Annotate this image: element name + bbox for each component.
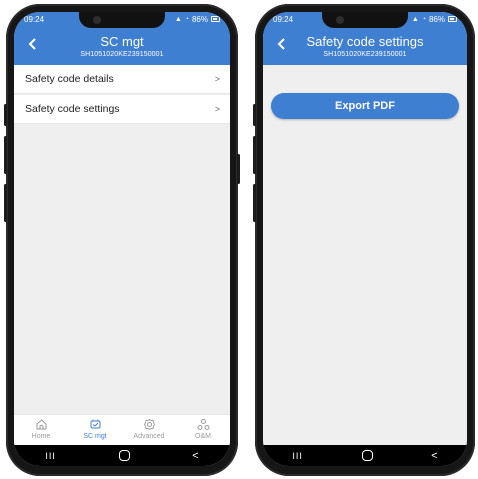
chevron-right-icon: > xyxy=(214,74,220,84)
list-item-safety-code-settings[interactable]: Safety code settings > xyxy=(14,95,230,124)
home-icon xyxy=(36,419,46,430)
camera-notch xyxy=(79,12,165,28)
status-icons: ▲ ◔ 86% xyxy=(412,15,457,24)
screen-safety-code-settings: 09:24 ▲ ◔ 86% Safety code settings SH105… xyxy=(263,12,467,466)
battery-percent: 86% xyxy=(191,14,208,24)
home-button[interactable] xyxy=(118,450,130,461)
battery-percent: 86% xyxy=(428,14,445,24)
tab-sc-mgt[interactable]: SC mgt xyxy=(71,415,119,440)
tab-om[interactable]: O&M xyxy=(179,415,227,440)
chevron-right-icon: > xyxy=(214,104,220,114)
gear-icon xyxy=(143,418,155,431)
phone-right: 09:24 ▲ ◔ 86% Safety code settings SH105… xyxy=(253,4,475,476)
side-button xyxy=(253,184,256,222)
tab-advanced[interactable]: Advanced xyxy=(125,415,173,440)
side-button xyxy=(4,184,7,222)
status-time: 09:24 xyxy=(24,14,45,24)
tab-label: Home xyxy=(31,433,51,440)
battery-icon xyxy=(448,16,457,22)
recents-button[interactable]: III xyxy=(45,451,56,461)
phone-left: 09:24 ▲ ◔ 86% SC mgt SH1051020KE23915000… xyxy=(4,4,240,476)
list-item-label: Safety code details xyxy=(25,73,114,85)
app-header: 09:24 ▲ ◔ 86% SC mgt SH1051020KE23915000… xyxy=(14,12,230,65)
system-nav-bar: III < xyxy=(14,445,230,466)
tab-label: Advanced xyxy=(133,433,165,440)
sc-mgt-icon xyxy=(90,419,100,429)
back-button[interactable]: < xyxy=(431,450,437,462)
wifi-icon: ◔ xyxy=(421,15,426,23)
tab-home[interactable]: Home xyxy=(17,415,65,440)
list-item-label: Safety code settings xyxy=(25,103,120,115)
battery-icon xyxy=(211,16,220,22)
volume-down-button xyxy=(253,136,256,174)
system-nav-bar: III < xyxy=(263,445,467,466)
app-header: 09:24 ▲ ◔ 86% Safety code settings SH105… xyxy=(263,12,467,65)
om-icon xyxy=(197,419,209,430)
status-icons: ▲ ◔ 86% xyxy=(175,15,220,24)
recents-button[interactable]: III xyxy=(292,451,303,461)
screen-sc-mgt: 09:24 ▲ ◔ 86% SC mgt SH1051020KE23915000… xyxy=(14,12,230,466)
wifi-icon: ◔ xyxy=(184,15,189,23)
camera-notch xyxy=(322,12,408,28)
power-button xyxy=(237,154,240,184)
back-button[interactable]: < xyxy=(192,450,198,462)
volume-down-button xyxy=(4,136,7,174)
export-pdf-button[interactable]: Export PDF xyxy=(271,93,459,119)
volume-up-button xyxy=(4,104,7,126)
settings-list: Safety code details > Safety code settin… xyxy=(14,65,230,124)
device-serial: SH1051020KE239150001 xyxy=(323,51,407,58)
status-time: 09:24 xyxy=(273,14,294,24)
tab-label: SC mgt xyxy=(83,433,107,440)
camera-icon xyxy=(93,16,101,24)
device-serial: SH1051020KE239150001 xyxy=(80,51,164,58)
page-title: SC mgt xyxy=(100,34,144,49)
camera-icon xyxy=(336,16,344,24)
volume-up-button xyxy=(253,104,256,126)
list-item-safety-code-details[interactable]: Safety code details > xyxy=(14,65,230,94)
home-button[interactable] xyxy=(361,450,373,461)
page-title: Safety code settings xyxy=(306,34,424,49)
signal-icon: ▲ xyxy=(411,15,419,23)
tab-label: O&M xyxy=(195,433,211,440)
signal-icon: ▲ xyxy=(174,15,182,23)
bottom-tab-bar: Home SC mgt Advanced O&M xyxy=(14,414,230,445)
